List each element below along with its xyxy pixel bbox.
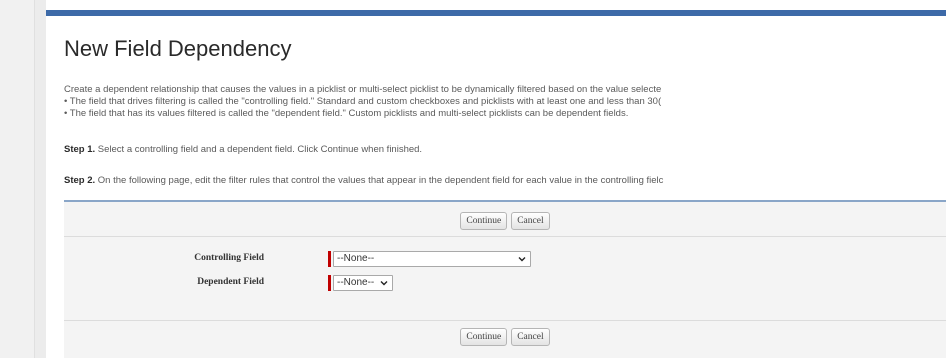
required-marker xyxy=(328,251,331,267)
intro-line: • The field that has its values filtered… xyxy=(64,108,629,119)
controlling-field-select[interactable]: --None-- xyxy=(333,251,531,267)
chevron-down-icon xyxy=(380,281,388,286)
dependent-field-select[interactable]: --None-- xyxy=(333,275,393,291)
field-selection-panel: Continue Cancel Controlling Field --None… xyxy=(64,200,946,358)
chevron-down-icon xyxy=(518,257,526,262)
top-button-row: Continue Cancel xyxy=(64,212,946,230)
dependent-field-value: --None-- xyxy=(337,277,375,288)
page-sheet: New Field Dependency Create a dependent … xyxy=(46,0,946,358)
cancel-button[interactable]: Cancel xyxy=(511,212,550,230)
cancel-button[interactable]: Cancel xyxy=(511,328,550,346)
step-2-instruction: Step 2. On the following page, edit the … xyxy=(64,175,663,186)
left-gutter xyxy=(0,0,35,358)
step-2-text: On the following page, edit the filter r… xyxy=(95,175,664,186)
divider xyxy=(64,320,946,321)
intro-text: Create a dependent relationship that cau… xyxy=(64,84,661,120)
controlling-field-value: --None-- xyxy=(337,253,375,264)
intro-line: • The field that drives filtering is cal… xyxy=(64,96,662,107)
continue-button[interactable]: Continue xyxy=(460,328,508,346)
required-marker xyxy=(328,275,331,291)
controlling-field-label: Controlling Field xyxy=(194,253,264,263)
page-title: New Field Dependency xyxy=(64,36,292,61)
continue-button[interactable]: Continue xyxy=(460,212,508,230)
step-1-label: Step 1. xyxy=(64,144,96,155)
bottom-button-row: Continue Cancel xyxy=(64,328,946,346)
step-2-label: Step 2. xyxy=(64,175,96,186)
divider xyxy=(64,236,946,237)
step-1-text: Select a controlling field and a depende… xyxy=(95,144,423,155)
header-bar xyxy=(46,10,946,16)
dependent-field-label: Dependent Field xyxy=(197,277,264,287)
intro-line: Create a dependent relationship that cau… xyxy=(64,84,662,95)
step-1-instruction: Step 1. Select a controlling field and a… xyxy=(64,144,422,155)
